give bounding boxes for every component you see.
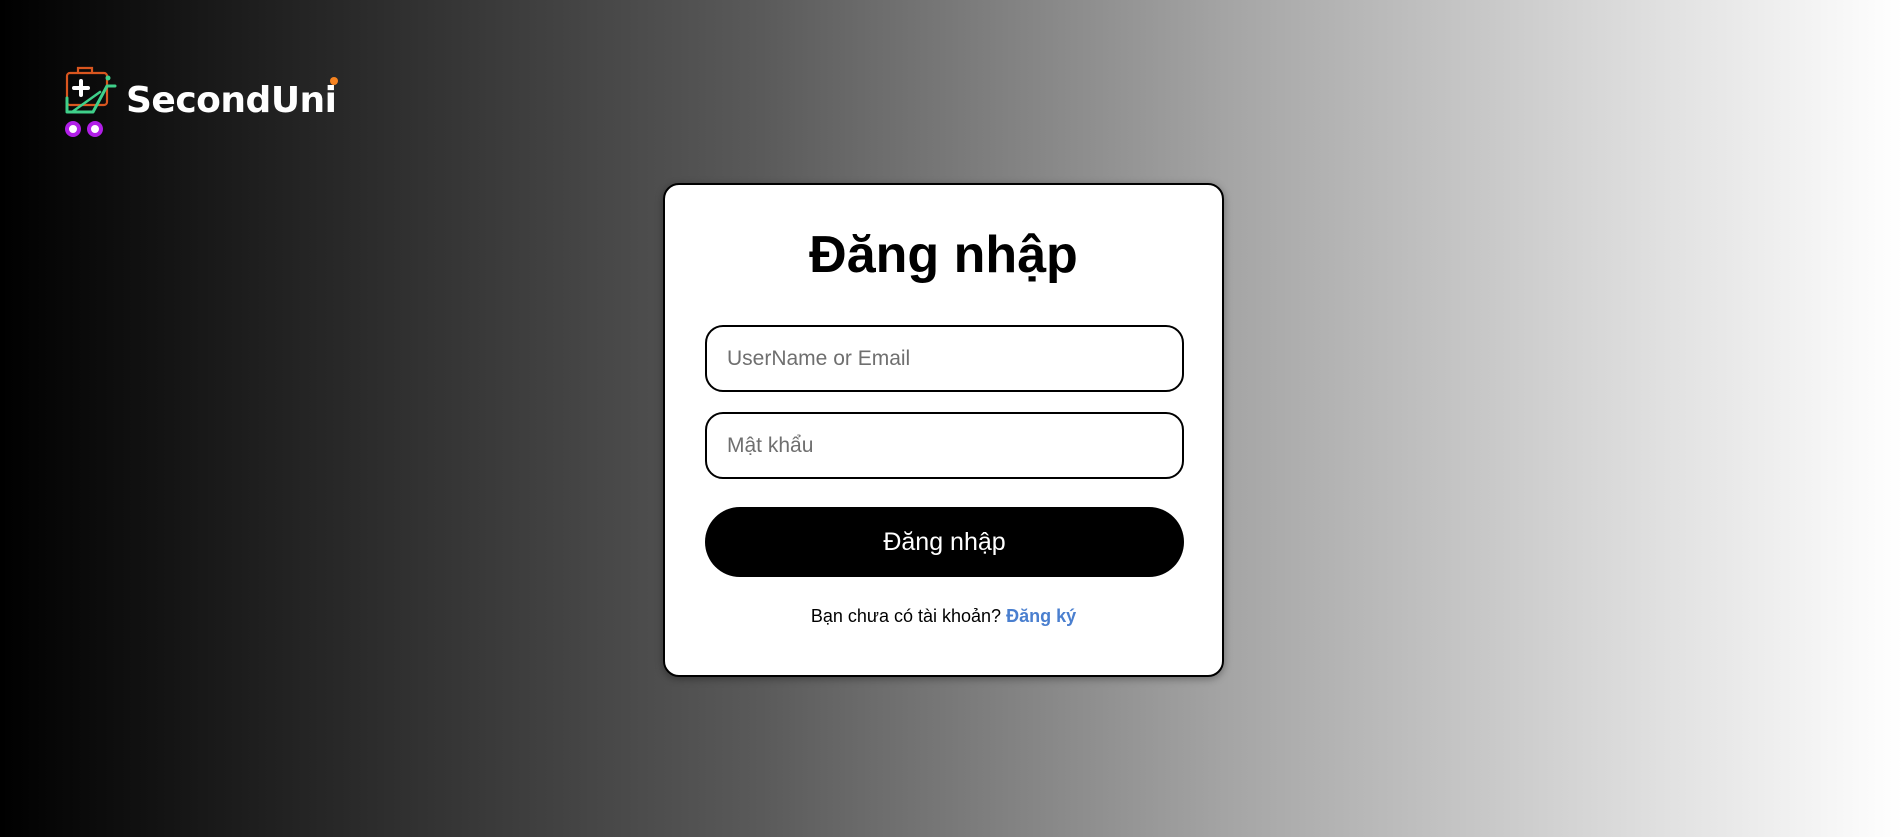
signup-prompt: Bạn chưa có tài khoản? Đăng ký	[665, 606, 1222, 627]
shopping-cart-plus-icon	[65, 66, 117, 137]
brand-name: SecondUni	[126, 76, 338, 121]
signup-prompt-text: Bạn chưa có tài khoản?	[810, 606, 1002, 626]
signup-link[interactable]: Đăng ký	[1006, 606, 1076, 626]
login-title: Đăng nhập	[809, 226, 1078, 284]
login-card: Đăng nhập Đăng nhập Bạn chưa có tài khoả…	[663, 183, 1224, 677]
login-button[interactable]: Đăng nhập	[705, 507, 1184, 577]
username-input[interactable]	[705, 325, 1184, 392]
brand-logo[interactable]: SecondUni	[64, 58, 338, 138]
password-input[interactable]	[705, 412, 1184, 479]
brand-accent-dot	[329, 76, 338, 85]
